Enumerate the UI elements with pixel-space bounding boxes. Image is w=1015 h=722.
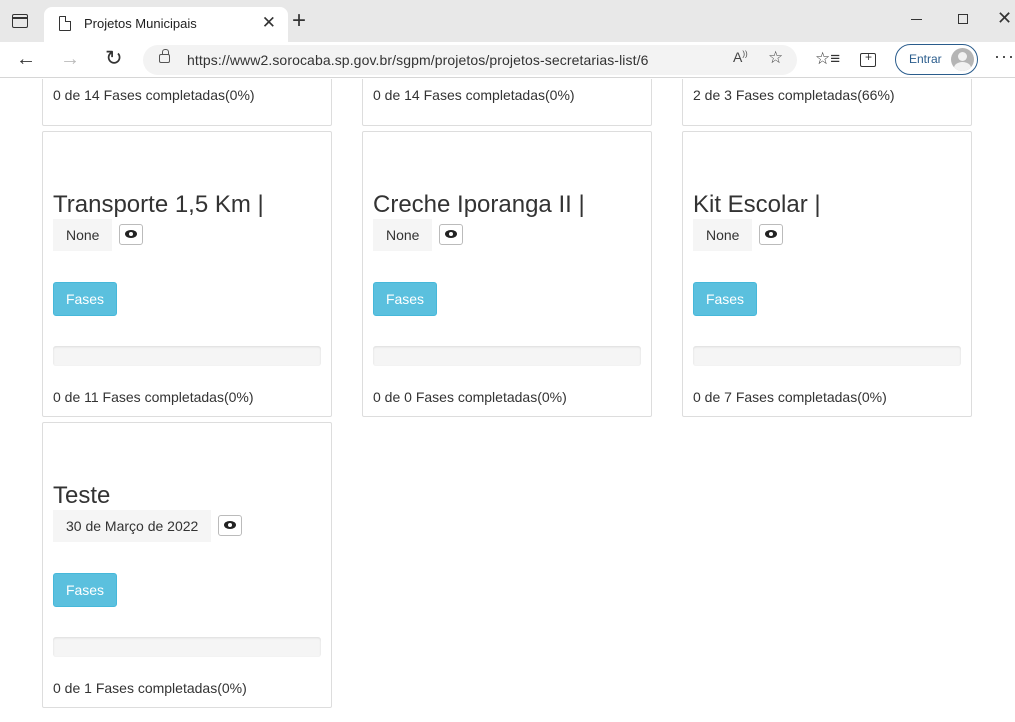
forward-icon[interactable]: → xyxy=(60,46,80,72)
address-bar[interactable]: https://www2.sorocaba.sp.gov.br/sgpm/pro… xyxy=(143,45,797,75)
fases-button[interactable]: Fases xyxy=(53,573,117,607)
fases-progress-text: 0 de 7 Fases completadas(0%) xyxy=(693,389,887,405)
page-icon xyxy=(59,16,71,31)
fases-progress-text: 0 de 14 Fases completadas(0%) xyxy=(373,87,575,103)
fases-progress-text: 0 de 0 Fases completadas(0%) xyxy=(373,389,567,405)
eye-icon xyxy=(765,230,777,238)
read-aloud-icon[interactable]: A)) xyxy=(733,49,748,65)
project-title: Kit Escolar | xyxy=(693,191,821,218)
tab-actions-icon[interactable] xyxy=(12,14,28,28)
project-card: Transporte 1,5 Km | None Fases 0 de 11 F… xyxy=(42,131,332,417)
fases-progress-text: 0 de 1 Fases completadas(0%) xyxy=(53,680,247,696)
fases-button[interactable]: Fases xyxy=(373,282,437,316)
date-badge: None xyxy=(693,219,753,251)
fases-button[interactable]: Fases xyxy=(693,282,757,316)
project-card: 0 de 14 Fases completadas(0%) xyxy=(42,79,332,126)
reload-icon[interactable]: ↻ xyxy=(105,46,123,72)
project-card: Teste 30 de Março de 2022 Fases 0 de 1 F… xyxy=(42,422,332,708)
back-icon[interactable]: ← xyxy=(16,46,36,72)
project-card: 0 de 14 Fases completadas(0%) xyxy=(362,79,652,126)
progress-bar xyxy=(53,637,321,657)
fases-progress-text: 0 de 11 Fases completadas(0%) xyxy=(53,389,254,405)
url-text[interactable]: https://www2.sorocaba.sp.gov.br/sgpm/pro… xyxy=(187,52,648,68)
window-close-icon[interactable]: ✕ xyxy=(997,9,1012,27)
project-card: 2 de 3 Fases completadas(66%) xyxy=(682,79,972,126)
project-title: Creche Iporanga II | xyxy=(373,191,585,218)
signin-label: Entrar xyxy=(909,52,942,66)
signin-button[interactable]: Entrar xyxy=(895,44,978,75)
favorites-icon[interactable]: ☆≡ xyxy=(815,50,840,67)
maximize-icon[interactable] xyxy=(958,14,968,24)
browser-tab-bar: Projetos Municipais ✕ + ✕ xyxy=(0,0,1015,42)
collections-icon[interactable] xyxy=(860,51,876,67)
progress-bar xyxy=(53,346,321,366)
project-card: Kit Escolar | None Fases 0 de 7 Fases co… xyxy=(682,131,972,417)
browser-tab[interactable]: Projetos Municipais ✕ xyxy=(44,7,288,42)
lock-icon[interactable] xyxy=(159,49,170,63)
view-button[interactable] xyxy=(218,515,242,536)
project-title: Transporte 1,5 Km | xyxy=(53,191,264,218)
page-content: 0 de 14 Fases completadas(0%) 0 de 14 Fa… xyxy=(0,79,1015,722)
more-options-icon[interactable]: ··· xyxy=(994,46,1015,67)
minimize-icon[interactable] xyxy=(911,19,922,20)
fases-progress-text: 0 de 14 Fases completadas(0%) xyxy=(53,87,255,103)
fases-button[interactable]: Fases xyxy=(53,282,117,316)
view-button[interactable] xyxy=(759,224,783,245)
eye-icon xyxy=(125,230,137,238)
view-button[interactable] xyxy=(119,224,143,245)
project-card: Creche Iporanga II | None Fases 0 de 0 F… xyxy=(362,131,652,417)
fases-progress-text: 2 de 3 Fases completadas(66%) xyxy=(693,87,895,103)
date-badge: None xyxy=(53,219,113,251)
progress-bar xyxy=(693,346,961,366)
new-tab-icon[interactable]: + xyxy=(292,9,306,33)
close-tab-icon[interactable]: ✕ xyxy=(262,14,276,31)
date-badge: 30 de Março de 2022 xyxy=(53,510,212,542)
add-favorite-icon[interactable]: ☆ xyxy=(768,48,783,68)
view-button[interactable] xyxy=(439,224,463,245)
browser-toolbar: ← → ↻ https://www2.sorocaba.sp.gov.br/sg… xyxy=(0,42,1015,78)
project-title: Teste xyxy=(53,482,111,509)
avatar xyxy=(951,48,974,71)
date-badge: None xyxy=(373,219,433,251)
eye-icon xyxy=(224,521,236,529)
progress-bar xyxy=(373,346,641,366)
eye-icon xyxy=(445,230,457,238)
tab-title: Projetos Municipais xyxy=(84,16,197,31)
